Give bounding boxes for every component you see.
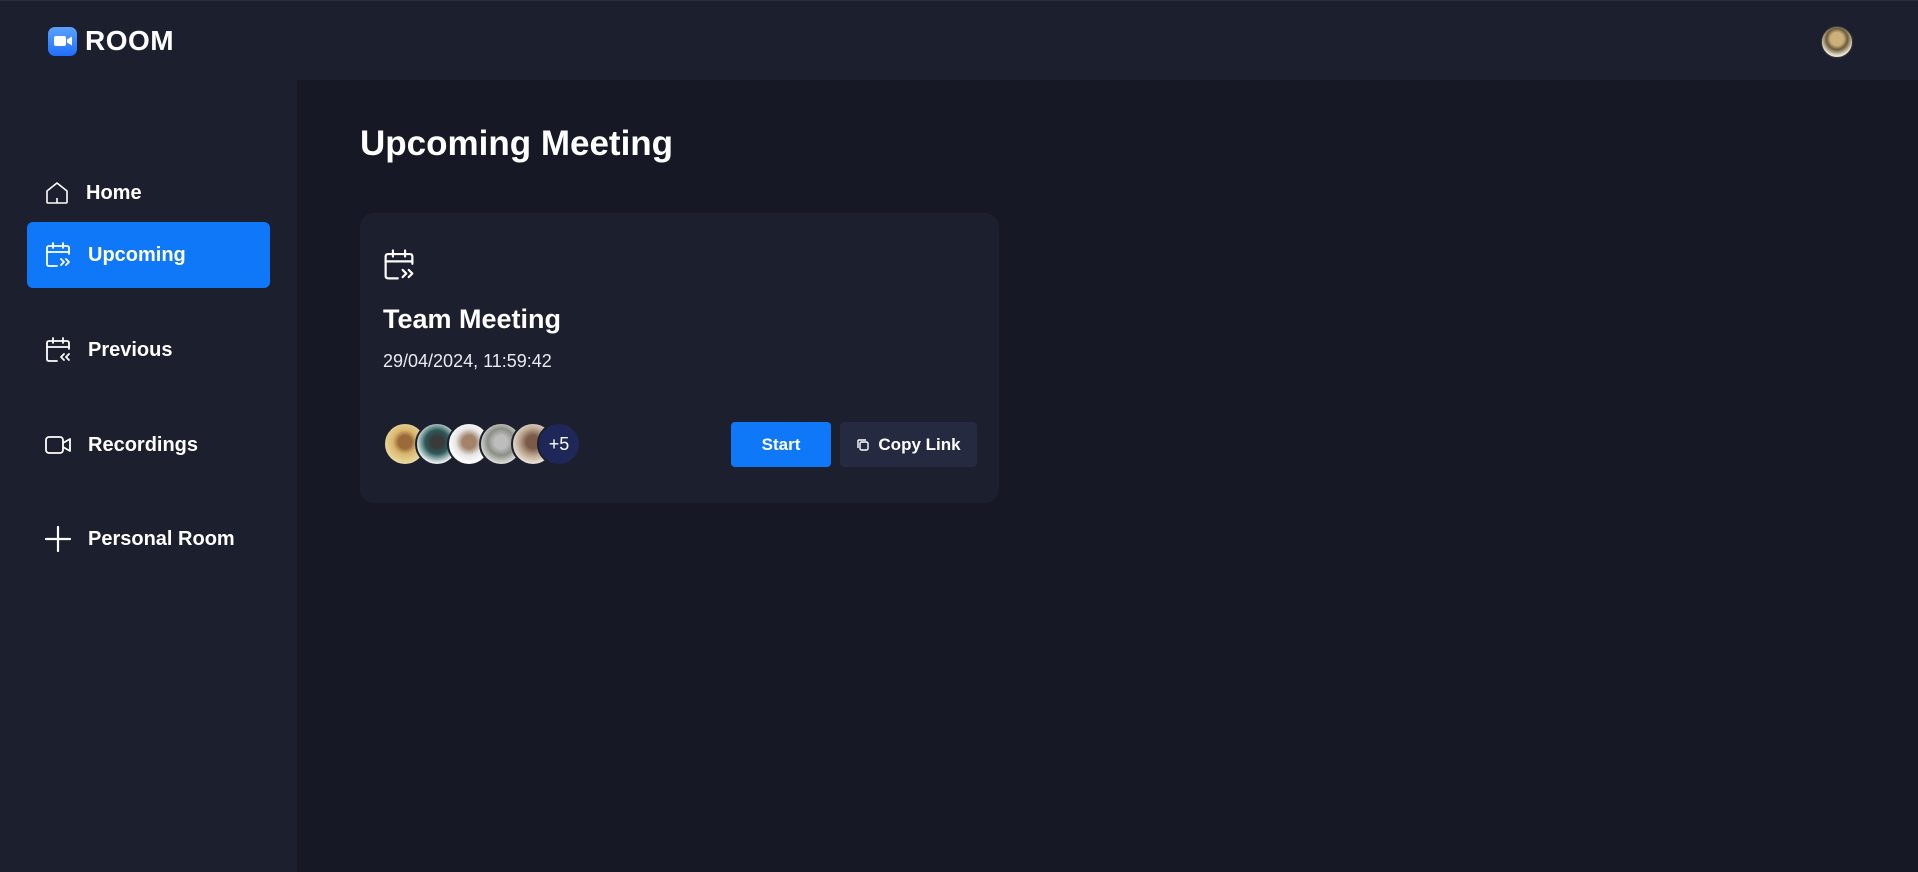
sidebar-item-label: Upcoming [88, 243, 186, 266]
meeting-date: 29/04/2024, 11:59:42 [383, 351, 552, 371]
sidebar-item-label: Home [86, 181, 142, 204]
top-navbar: ROOM [0, 0, 1918, 80]
calendar-upcoming-icon [46, 242, 70, 267]
home-icon [46, 182, 68, 204]
sidebar-item-personal-room[interactable]: Personal Room [27, 506, 270, 572]
meeting-card: Team Meeting 29/04/2024, 11:59:42 +5 Sta… [360, 213, 999, 503]
video-camera-icon [48, 26, 77, 56]
logo-text: ROOM [85, 25, 175, 56]
sidebar-item-previous[interactable]: Previous [27, 317, 270, 383]
calendar-previous-icon [46, 337, 70, 362]
video-icon [45, 436, 71, 454]
sidebar-item-label: Personal Room [88, 527, 235, 550]
sidebar-item-label: Recordings [88, 433, 199, 456]
plus-icon [44, 525, 72, 553]
attendee-overflow-count: +5 [537, 422, 581, 466]
sidebar-item-home[interactable]: Home [27, 160, 270, 226]
meeting-title: Team Meeting [383, 304, 562, 334]
start-button[interactable]: Start [731, 422, 831, 467]
sidebar-item-recordings[interactable]: Recordings [27, 412, 270, 478]
sidebar-item-label: Previous [88, 338, 173, 361]
copy-link-button[interactable]: Copy Link [840, 422, 977, 467]
sidebar: Home Upcoming Previous Recordings Person… [0, 80, 297, 872]
sidebar-item-upcoming[interactable]: Upcoming [27, 222, 270, 288]
attendee-avatars: +5 [383, 422, 583, 466]
calendar-upcoming-icon [384, 249, 414, 280]
page-title: Upcoming Meeting [360, 124, 674, 163]
user-avatar[interactable] [1821, 26, 1853, 58]
copy-link-label: Copy Link [878, 434, 961, 454]
logo[interactable]: ROOM [48, 25, 174, 57]
copy-icon [857, 438, 870, 451]
